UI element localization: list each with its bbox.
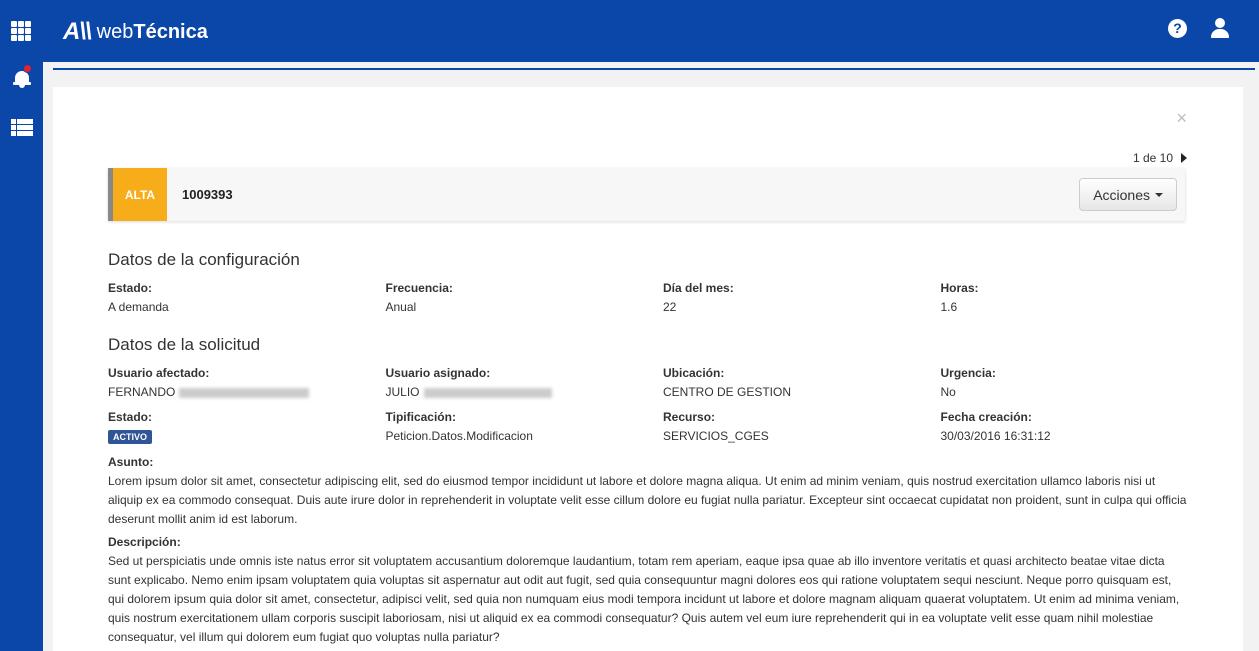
descripcion-block: Descripción: Sed ut perspiciatis unde om… <box>108 535 1190 647</box>
app-name: webTécnica <box>96 20 208 43</box>
pager-label: 1 de 10 <box>1132 151 1173 165</box>
notifications-button[interactable] <box>0 63 43 93</box>
solicitud-row-2: Estado: ACTIVO Tipificación: Peticion.Da… <box>108 410 1218 444</box>
apps-menu-button[interactable] <box>0 16 43 46</box>
status-badge: ACTIVO <box>108 430 153 444</box>
next-arrow-icon[interactable] <box>1181 153 1187 163</box>
close-icon[interactable]: × <box>1176 109 1187 127</box>
help-circle-icon[interactable]: ? <box>1168 18 1187 38</box>
notification-dot <box>22 64 32 73</box>
apps-grid-icon <box>10 21 33 41</box>
descripcion-label: Descripción: <box>108 535 181 549</box>
config-fields: Estado: A demanda Frecuencia: Anual Día … <box>108 281 1218 314</box>
config-field-dia: Día del mes: 22 <box>663 281 734 314</box>
redacted-text <box>423 387 552 398</box>
ticket-header: ALTA 1009393 Acciones <box>108 168 1185 221</box>
pagination: 1 de 10 <box>1133 151 1187 165</box>
bell-icon <box>12 64 32 88</box>
field-fecha-creacion: Fecha creación: 30/03/2016 16:31:12 <box>940 410 1051 443</box>
field-usuario-asignado: Usuario asignado: JULIO <box>386 366 664 399</box>
field-urgencia: Urgencia: No <box>940 366 996 399</box>
logo-mark: A\\ <box>63 18 92 45</box>
ticket-detail-panel: × 1 de 10 ALTA 1009393 Acciones Datos de… <box>53 87 1243 651</box>
list-icon <box>10 119 33 137</box>
actions-dropdown-button[interactable]: Acciones <box>1079 178 1177 211</box>
descripcion-text: Sed ut perspiciatis unde omnis iste natu… <box>108 554 1180 644</box>
ticket-id: 1009393 <box>182 187 233 202</box>
actions-label: Acciones <box>1093 186 1150 203</box>
asunto-text: Lorem ipsum dolor sit amet, consectetur … <box>108 474 1187 526</box>
redacted-text <box>179 387 310 398</box>
config-field-estado: Estado: A demanda <box>108 281 169 314</box>
field-estado: Estado: ACTIVO <box>108 410 153 444</box>
field-usuario-afectado: Usuario afectado: FERNANDO <box>108 366 386 399</box>
caret-down-icon <box>1155 192 1163 197</box>
list-menu-button[interactable] <box>0 113 43 143</box>
user-icon[interactable] <box>1211 18 1229 38</box>
asunto-block: Asunto: Lorem ipsum dolor sit amet, cons… <box>108 455 1190 529</box>
field-ubicacion: Ubicación: CENTRO DE GESTION <box>663 366 792 399</box>
config-field-frecuencia: Frecuencia: Anual <box>385 281 453 314</box>
config-section-title: Datos de la configuración <box>108 250 300 269</box>
header-divider <box>53 68 1255 70</box>
field-recurso: Recurso: SERVICIOS_CGES <box>663 410 769 443</box>
asunto-label: Asunto: <box>108 455 154 469</box>
field-tipificacion: Tipificación: Peticion.Datos.Modificacio… <box>385 410 533 443</box>
sidebar <box>0 0 43 651</box>
priority-badge: ALTA <box>113 168 167 221</box>
solicitud-row-1: Usuario afectado: FERNANDO Usuario asign… <box>108 366 1218 399</box>
app-logo[interactable]: A\\ webTécnica <box>63 18 208 46</box>
config-field-horas: Horas: 1.6 <box>940 281 979 314</box>
top-navbar: A\\ webTécnica ? <box>43 0 1259 62</box>
solicitud-section-title: Datos de la solicitud <box>108 335 261 354</box>
